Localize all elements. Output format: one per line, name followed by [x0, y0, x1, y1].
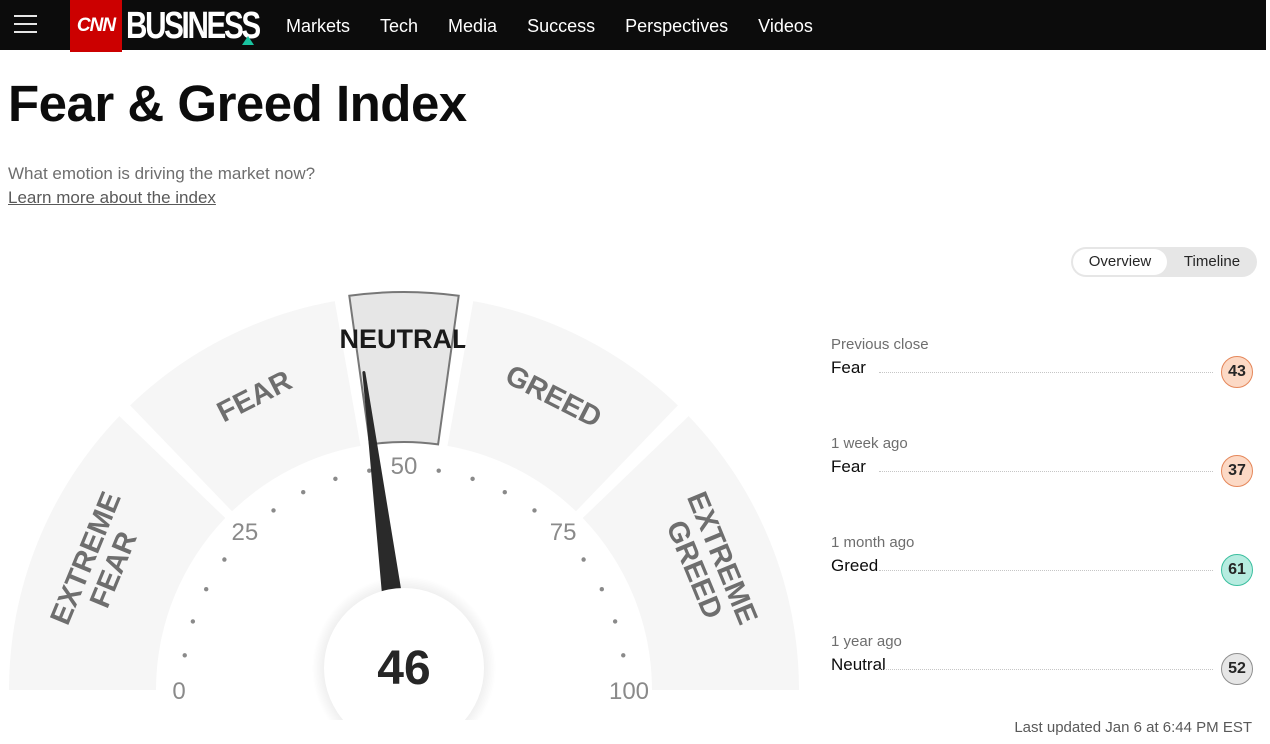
gauge-tick-label: 25: [232, 519, 259, 546]
gauge-tick-dot: [182, 653, 187, 658]
history-status: Fear: [831, 358, 866, 377]
nav-media[interactable]: Media: [448, 16, 497, 37]
gauge-tick-dot: [190, 619, 196, 624]
nav-perspectives[interactable]: Perspectives: [625, 16, 728, 37]
cnn-logo[interactable]: CNN: [70, 0, 122, 52]
top-nav-bar: CNN BUSINESS Markets Tech Media Success …: [0, 0, 1266, 52]
last-updated-text: Last updated Jan 6 at 6:44 PM EST: [1014, 719, 1252, 736]
main-nav: Markets Tech Media Success Perspectives …: [286, 2, 813, 50]
history-status: Neutral: [831, 655, 886, 674]
history-row-previous-close: Previous close Fear 43: [831, 336, 1253, 435]
gauge-zone-label: NEUTRAL: [340, 324, 469, 354]
business-logo-text[interactable]: BUSINESS: [126, 2, 261, 50]
gauge-tick-label: 75: [550, 519, 577, 546]
history-value-badge: 52: [1221, 653, 1253, 685]
fear-greed-gauge: EXTREMEFEARFEARNEUTRALGREEDEXTREMEGREED …: [9, 291, 799, 720]
page-title: Fear & Greed Index: [8, 75, 467, 132]
gauge-tick-dot: [203, 587, 209, 592]
history-label: 1 week ago: [831, 435, 908, 452]
gauge-tick-label: 0: [172, 678, 185, 705]
learn-more-link[interactable]: Learn more about the index: [8, 188, 216, 208]
history-leader-line: [879, 471, 1213, 472]
view-toggle: Overview Timeline: [1071, 247, 1257, 277]
gauge-tick-dot: [581, 557, 586, 562]
gauge-value: 46: [377, 642, 430, 695]
gauge-tick-label: 100: [609, 678, 649, 705]
page-subtitle: What emotion is driving the market now?: [8, 164, 316, 183]
history-leader-line: [879, 669, 1213, 670]
nav-markets[interactable]: Markets: [286, 16, 350, 37]
gauge-tick-dot: [367, 468, 372, 473]
logo-accent-icon: [242, 36, 254, 45]
history-list: Previous close Fear 43 1 week ago Fear 3…: [831, 336, 1253, 732]
gauge-zone-neutral: [348, 291, 460, 446]
gauge-tick-dot: [301, 489, 306, 495]
gauge-tick-dot: [502, 489, 507, 495]
gauge-tick-dot: [470, 476, 475, 482]
nav-videos[interactable]: Videos: [758, 16, 813, 37]
gauge-tick-dot: [621, 653, 626, 658]
history-row-1-week: 1 week ago Fear 37: [831, 435, 1253, 534]
history-row-1-month: 1 month ago Greed 61: [831, 534, 1253, 633]
history-label: 1 year ago: [831, 633, 902, 650]
history-label: Previous close: [831, 336, 929, 353]
gauge-tick-dot: [436, 468, 441, 473]
tab-overview[interactable]: Overview: [1073, 249, 1167, 275]
history-value-badge: 43: [1221, 356, 1253, 388]
gauge-tick-label: 50: [391, 453, 418, 480]
history-status: Greed: [831, 556, 879, 575]
history-label: 1 month ago: [831, 534, 915, 551]
history-leader-line: [879, 570, 1213, 571]
history-value-badge: 61: [1221, 554, 1253, 586]
history-value-badge: 37: [1221, 455, 1253, 487]
history-row-1-year: 1 year ago Neutral 52: [831, 633, 1253, 732]
gauge-tick-dot: [222, 557, 227, 562]
menu-icon[interactable]: [14, 14, 38, 36]
history-status: Fear: [831, 457, 866, 476]
gauge-tick-dot: [333, 476, 338, 482]
gauge-tick-dot: [532, 508, 537, 513]
gauge-tick-dot: [271, 508, 276, 513]
gauge-tick-dot: [599, 587, 605, 592]
nav-tech[interactable]: Tech: [380, 16, 418, 37]
gauge-tick-dot: [612, 619, 618, 624]
tab-timeline[interactable]: Timeline: [1169, 249, 1255, 275]
history-leader-line: [879, 372, 1213, 373]
nav-success[interactable]: Success: [527, 16, 595, 37]
